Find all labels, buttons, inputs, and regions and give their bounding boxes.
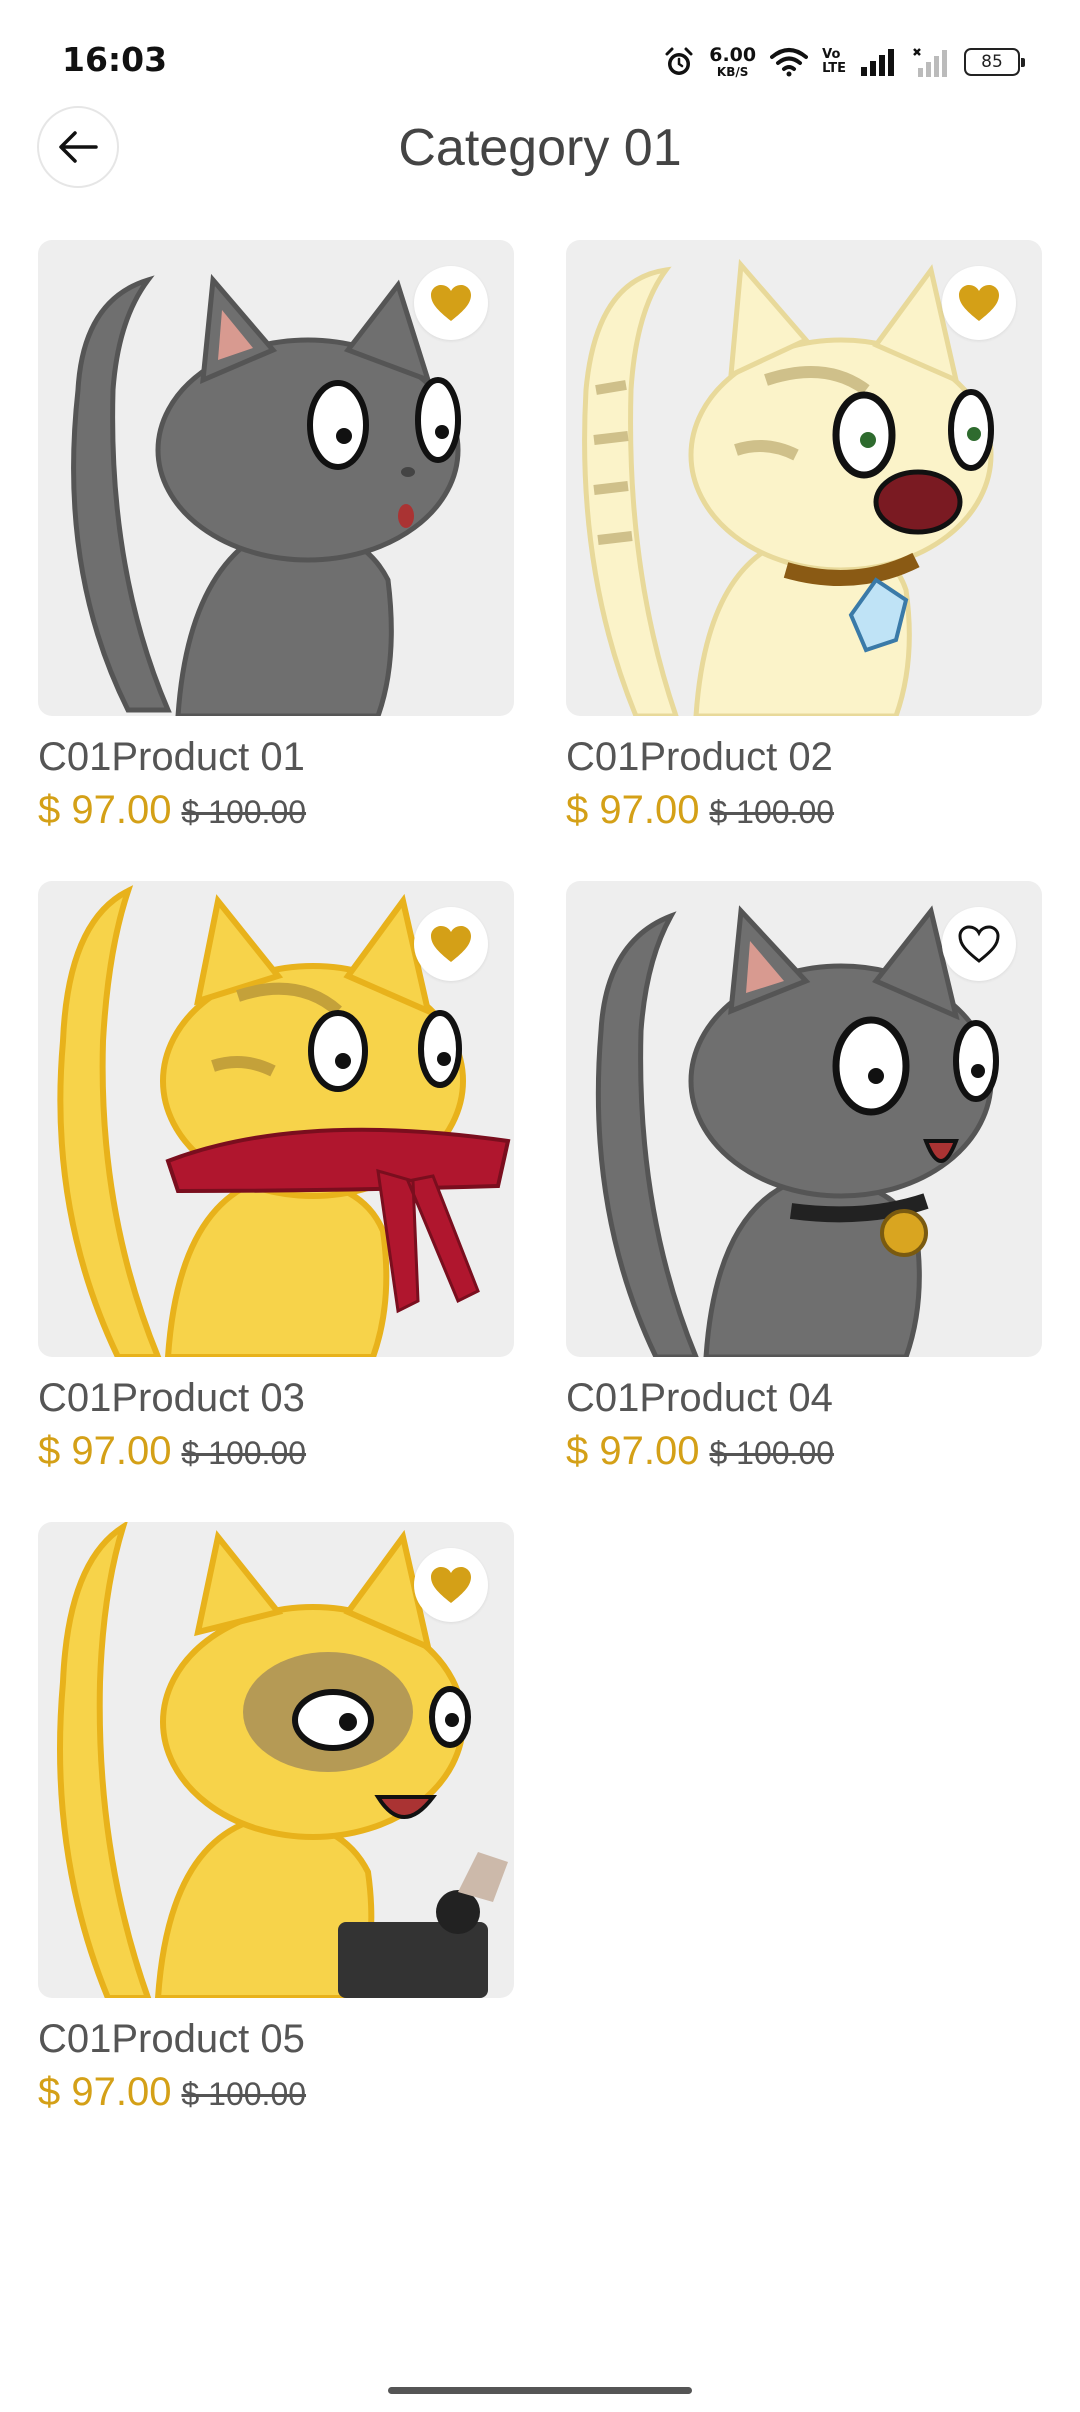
favorite-button[interactable] (414, 1548, 488, 1622)
battery-icon: 85 (964, 48, 1025, 76)
heart-filled-icon (431, 1567, 471, 1603)
heart-filled-icon (431, 285, 471, 321)
product-old-price: $ 100.00 (181, 794, 307, 830)
heart-filled-icon (959, 285, 999, 321)
product-price: $ 97.00 (38, 1429, 172, 1473)
status-icons: 6.00 KB/S Vo LTE 85 (663, 40, 1025, 84)
product-grid: C01Product 01 $ 97.00 $ 100.00 C01Produc… (38, 240, 1042, 2120)
product-card[interactable]: C01Product 02 $ 97.00 $ 100.00 (566, 240, 1042, 838)
product-old-price: $ 100.00 (709, 1435, 835, 1471)
heart-outline-icon (958, 925, 1000, 963)
signal-no-service-icon (913, 48, 947, 77)
product-price: $ 97.00 (566, 1429, 700, 1473)
product-old-price: $ 100.00 (181, 2076, 307, 2112)
favorite-button[interactable] (942, 266, 1016, 340)
network-speed: 6.00 KB/S (709, 44, 757, 79)
price-row: $ 97.00 $ 100.00 (38, 1425, 514, 1479)
favorite-button[interactable] (414, 266, 488, 340)
signal-strength-icon (861, 49, 894, 76)
product-image[interactable] (38, 881, 514, 1357)
network-speed-value: 6.00 (709, 44, 757, 66)
product-image[interactable] (38, 1522, 514, 1998)
product-price: $ 97.00 (566, 788, 700, 832)
product-name: C01Product 04 (566, 1376, 833, 1420)
product-card[interactable]: C01Product 01 $ 97.00 $ 100.00 (38, 240, 514, 838)
heart-filled-icon (431, 926, 471, 962)
product-old-price: $ 100.00 (709, 794, 835, 830)
alarm-icon (665, 47, 693, 75)
product-name: C01Product 01 (38, 735, 305, 779)
product-name: C01Product 02 (566, 735, 833, 779)
product-price: $ 97.00 (38, 788, 172, 832)
product-image[interactable] (38, 240, 514, 716)
volte-icon: Vo LTE (822, 47, 846, 76)
product-image[interactable] (566, 881, 1042, 1357)
product-card[interactable]: C01Product 04 $ 97.00 $ 100.00 (566, 881, 1042, 1479)
product-card[interactable]: C01Product 05 $ 97.00 $ 100.00 (38, 1522, 514, 2120)
page-title: Category 01 (398, 119, 682, 177)
status-time: 16:03 (62, 40, 168, 79)
favorite-button[interactable] (942, 907, 1016, 981)
product-old-price: $ 100.00 (181, 1435, 307, 1471)
product-price: $ 97.00 (38, 2070, 172, 2114)
home-indicator[interactable] (388, 2387, 692, 2394)
wifi-icon (770, 48, 809, 77)
header: Category 01 (0, 100, 1080, 200)
price-row: $ 97.00 $ 100.00 (566, 1425, 1042, 1479)
network-speed-unit: KB/S (716, 65, 749, 79)
price-row: $ 97.00 $ 100.00 (38, 2066, 514, 2120)
status-bar: 16:03 6.00 KB/S Vo LTE 85 (0, 0, 1080, 100)
product-name: C01Product 03 (38, 1376, 305, 1420)
price-row: $ 97.00 $ 100.00 (38, 784, 514, 838)
product-card[interactable]: C01Product 03 $ 97.00 $ 100.00 (38, 881, 514, 1479)
favorite-button[interactable] (414, 907, 488, 981)
price-row: $ 97.00 $ 100.00 (566, 784, 1042, 838)
product-name: C01Product 05 (38, 2017, 305, 2061)
product-image[interactable] (566, 240, 1042, 716)
